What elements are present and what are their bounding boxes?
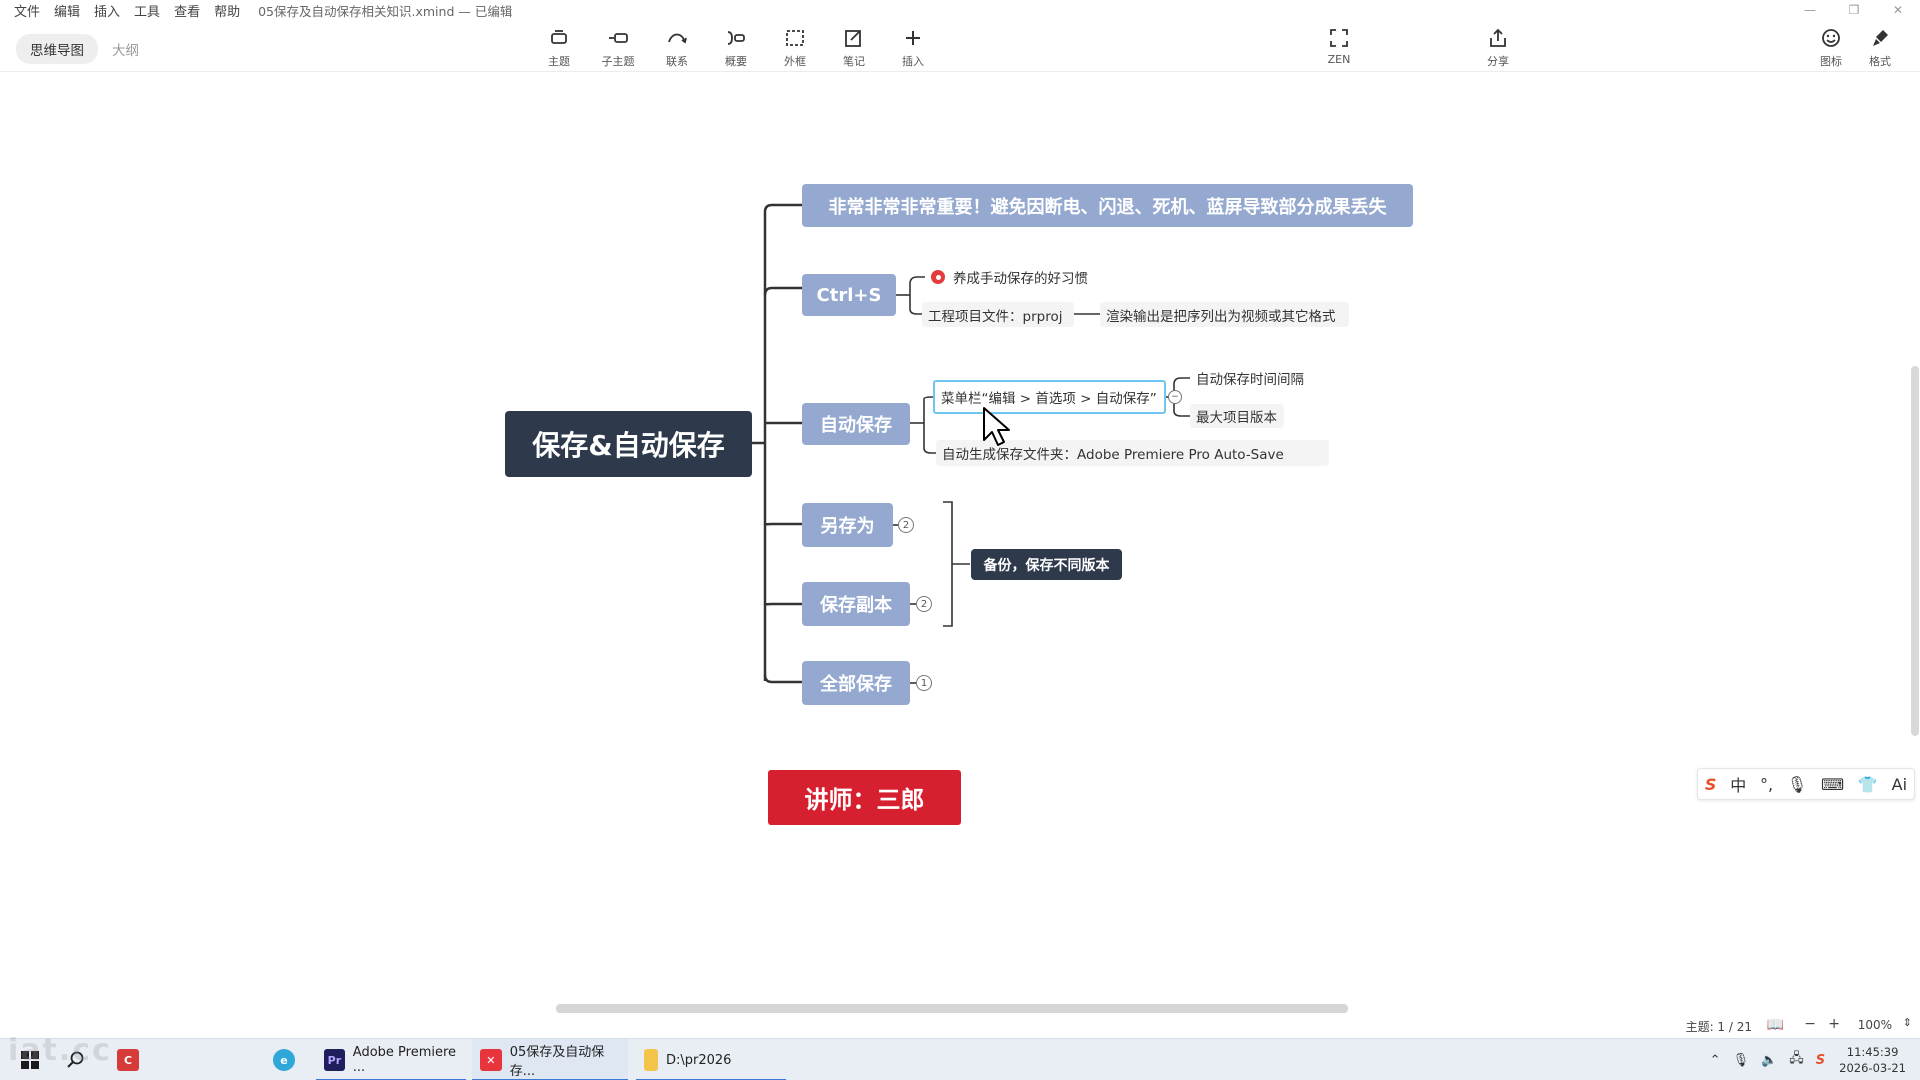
save-all-topic[interactable]: 全部保存 [802,661,910,705]
restore-icon[interactable]: ❐ [1832,0,1876,20]
microphone-icon[interactable]: 🎙 [1787,775,1807,794]
zen-button[interactable]: ZEN [1317,24,1361,70]
share-button[interactable]: 分享 [1476,24,1520,70]
interval-subtopic[interactable]: 自动保存时间间隔 [1190,367,1316,389]
xmind-icon: ✕ [480,1049,502,1071]
fullscreen-icon [1319,24,1359,52]
zoom-stepper-icon[interactable]: ⇕ [1903,1016,1912,1029]
collapse-toggle-icon[interactable]: − [1168,390,1182,404]
menu-edit[interactable]: 编辑 [54,1,80,20]
save-all-collapsed-count[interactable]: 1 [916,675,932,691]
topic-button[interactable]: 主题 [537,24,581,70]
root-topic[interactable]: 保存&自动保存 [505,411,752,477]
taskbar-premiere[interactable]: Pr Adobe Premiere ... [316,1039,466,1080]
clock[interactable]: 11:45:39 2026-03-21 [1839,1044,1906,1076]
menu-file[interactable]: 文件 [14,1,40,20]
save-as-topic[interactable]: 另存为 [802,503,893,547]
max-versions-subtopic[interactable]: 最大项目版本 [1190,404,1284,428]
summary-button[interactable]: 概要 [714,24,758,70]
watermark: iat.cc [8,1033,112,1068]
close-icon[interactable]: ✕ [1876,0,1920,20]
zoom-in-icon[interactable]: + [1828,1016,1840,1032]
ime-toolbar: S 中 °, 🎙 ⌨ 👕 Ai [1697,768,1915,800]
save-copy-collapsed-count[interactable]: 2 [916,596,932,612]
red-app-icon: C [117,1049,139,1071]
tab-mindmap[interactable]: 思维导图 [16,34,98,64]
summary-topic[interactable]: 备份，保存不同版本 [971,549,1122,580]
volume-icon[interactable]: 🔈 [1761,1053,1777,1068]
system-tray: ⌃ 🎙 🔈 🖧 S 11:45:39 2026-03-21 [1704,1039,1920,1080]
window-controls: — ❐ ✕ [1788,0,1920,20]
zoom-level[interactable]: 100% [1858,1018,1892,1032]
priority-flag-icon [931,270,945,284]
ime-language-toggle[interactable]: 中 [1730,772,1746,796]
zoom-out-icon[interactable]: − [1804,1016,1816,1032]
relationship-button[interactable]: 联系 [655,24,699,70]
project-file-subtopic[interactable]: 工程项目文件：prproj [922,302,1074,327]
boundary-button[interactable]: 外框 [773,24,817,70]
horizontal-scrollbar[interactable] [556,1004,1348,1013]
menu-view[interactable]: 查看 [174,1,200,20]
notes-icon [834,24,874,52]
document-title: 05保存及自动保存相关知识.xmind — 已编辑 [258,3,513,19]
notes-button[interactable]: 笔记 [832,24,876,70]
microphone-icon[interactable]: 🎙 [1733,1053,1750,1068]
icons-panel-button[interactable]: 图标 [1809,24,1853,70]
network-icon[interactable]: 🖧 [1789,1049,1804,1071]
warning-topic[interactable]: 非常非常非常重要！避免因断电、闪退、死机、蓝屏导致部分成果丢失 [802,184,1413,227]
taskbar-edge[interactable]: e [264,1039,304,1080]
status-bar: 主题: 1 / 21 📖 − + 100% ⇕ [0,1015,1920,1037]
autosave-topic[interactable]: 自动保存 [802,403,910,445]
subtopic-button[interactable]: 子主题 [596,24,640,70]
menu-path-subtopic[interactable]: 菜单栏“编辑 > 首选项 > 自动保存” [933,380,1166,414]
boundary-icon [775,24,815,52]
premiere-icon: Pr [324,1049,345,1071]
topic-count: 主题: 1 / 21 [1685,1020,1752,1034]
sogou-tray-icon[interactable]: S [1816,1053,1825,1068]
plus-icon [893,24,933,52]
teacher-topic[interactable]: 讲师：三郎 [768,770,961,825]
save-copy-topic[interactable]: 保存副本 [802,582,910,626]
share-icon [1478,24,1518,52]
taskbar-xmind[interactable]: ✕ 05保存及自动保存... [472,1039,628,1080]
format-panel-button[interactable]: 格式 [1858,24,1902,70]
tray-expand-icon[interactable]: ⌃ [1710,1053,1721,1068]
menu-bar: 文件 编辑 插入 工具 查看 帮助 05保存及自动保存相关知识.xmind — … [0,0,1920,20]
subtopic-icon [598,24,638,52]
menu-help[interactable]: 帮助 [214,1,240,20]
minimize-icon[interactable]: — [1788,0,1832,20]
insert-button[interactable]: 插入 [891,24,935,70]
render-note-subtopic[interactable]: 渲染输出是把序列出为视频或其它格式 [1100,302,1349,327]
toolbar: 思维导图 大纲 主题 子主题 联系 概要 外框 笔记 插入 ZEN 分享 图标 [0,20,1920,72]
edge-browser-icon: e [273,1049,295,1071]
save-as-collapsed-count[interactable]: 2 [898,517,914,533]
sogou-logo-icon[interactable]: S [1705,775,1717,794]
menu-tools[interactable]: 工具 [134,1,160,20]
keyboard-icon[interactable]: ⌨ [1821,775,1844,794]
menu-insert[interactable]: 插入 [94,1,120,20]
summary-icon [716,24,756,52]
mindmap-canvas[interactable]: 保存&自动保存 非常非常非常重要！避免因断电、闪退、死机、蓝屏导致部分成果丢失 … [0,73,1920,1008]
vertical-scrollbar[interactable] [1911,366,1919,736]
tab-outline[interactable]: 大纲 [98,34,153,64]
mouse-cursor-icon [983,407,1010,446]
folder-icon [644,1049,658,1071]
map-view-icon[interactable]: 📖 [1767,1017,1784,1033]
ai-icon[interactable]: Ai [1892,775,1907,794]
ime-punctuation-toggle[interactable]: °, [1760,775,1773,794]
skin-icon[interactable]: 👕 [1858,775,1878,794]
relationship-icon [657,24,697,52]
topic-icon [539,24,579,52]
taskbar-explorer[interactable]: D:\pr2026 [636,1039,786,1080]
taskbar: C e Pr Adobe Premiere ... ✕ 05保存及自动保存...… [0,1038,1920,1080]
habit-subtopic[interactable]: 养成手动保存的好习惯 [925,266,1100,288]
smiley-icon [1811,24,1851,52]
brush-icon [1860,24,1900,52]
ctrl-s-topic[interactable]: Ctrl+S [802,274,896,316]
view-tabs: 思维导图 大纲 [16,34,153,64]
